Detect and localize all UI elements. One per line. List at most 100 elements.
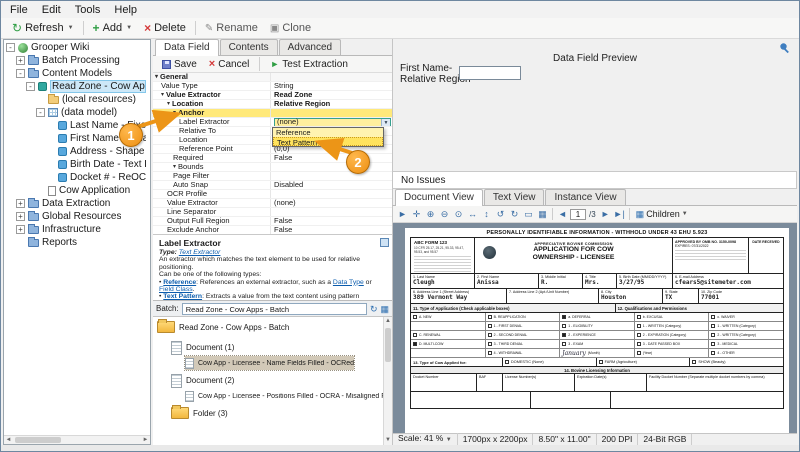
menu-help[interactable]: Help: [107, 3, 144, 17]
scroll-down-icon[interactable]: ▼: [384, 436, 392, 445]
rotate-left-icon[interactable]: ↺: [494, 208, 507, 221]
batch-item-folder-3[interactable]: Folder (3): [171, 403, 228, 423]
tab-text-view[interactable]: Text View: [484, 189, 545, 205]
prev-page-button[interactable]: ◄: [556, 208, 569, 221]
document-viewport[interactable]: PERSONALLY IDENTIFIABLE INFORMATION - WI…: [392, 223, 797, 433]
property-row-value-type[interactable]: Value TypeString: [153, 82, 392, 91]
tree-item-read-zone-cow-apps-content-mod[interactable]: -Read Zone - Cow Apps - Content Mod: [4, 80, 150, 93]
fit-width-icon[interactable]: ↔: [466, 208, 479, 221]
tree-item-grooper-wiki[interactable]: -Grooper Wiki: [4, 41, 150, 54]
fit-page-icon[interactable]: ↕: [480, 208, 493, 221]
dropdown-item-reference[interactable]: Reference: [273, 128, 383, 137]
scrollbar-thumb[interactable]: [385, 328, 391, 362]
tree-item-address-shape-region[interactable]: Address - Shape Region: [4, 145, 150, 158]
dropdown-item-text-pattern[interactable]: Text Pattern: [273, 137, 383, 146]
pan-icon[interactable]: ✛: [410, 208, 423, 221]
batch-item-document-2[interactable]: Document (2): [171, 372, 234, 389]
tree-item-global-resources[interactable]: +Global Resources: [4, 210, 150, 223]
scroll-up-icon[interactable]: ▲: [384, 317, 392, 326]
add-button[interactable]: + Add ▼: [87, 21, 139, 35]
tab-instance-view[interactable]: Instance View: [545, 189, 625, 205]
text-pattern-link[interactable]: Text Pattern: [163, 293, 202, 300]
zoom-region-icon[interactable]: ⊙: [452, 208, 465, 221]
tree-horizontal-scrollbar[interactable]: ◄ ►: [4, 435, 150, 444]
collapse-icon[interactable]: -: [36, 108, 45, 117]
collapse-arrow-icon[interactable]: ▾: [155, 73, 158, 81]
rename-button[interactable]: ✎ Rename: [199, 21, 264, 35]
scrollbar-thumb[interactable]: [15, 437, 61, 443]
test-extraction-button[interactable]: ► Test Extraction: [265, 59, 353, 70]
save-button[interactable]: Save: [157, 59, 202, 70]
zoom-out-icon[interactable]: ⊖: [438, 208, 451, 221]
tree-item-data-extraction[interactable]: +Data Extraction: [4, 197, 150, 210]
data-type-link[interactable]: Data Type: [333, 279, 364, 286]
property-row-anchor[interactable]: ▾Anchor: [153, 109, 392, 118]
collapse-icon[interactable]: -: [16, 69, 25, 78]
property-row-ocr-profile[interactable]: OCR Profile: [153, 190, 392, 199]
delete-button[interactable]: × Delete: [138, 21, 192, 35]
property-row-general[interactable]: ▾General: [153, 73, 392, 82]
tree-item-batch-processing[interactable]: +Batch Processing: [4, 54, 150, 67]
batch-item-document-1[interactable]: Document (1): [171, 339, 234, 356]
tree-item-birth-date-text-region[interactable]: Birth Date - Text Region: [4, 158, 150, 171]
label-extractor-combo[interactable]: (none)▼: [274, 118, 391, 126]
select-icon[interactable]: ►: [396, 208, 409, 221]
property-row-line-separator[interactable]: Line Separator: [153, 208, 392, 217]
tree-item-reports[interactable]: Reports: [4, 236, 150, 249]
collapse-arrow-icon[interactable]: ▾: [167, 100, 170, 108]
tree-item-local-resources[interactable]: (local resources): [4, 93, 150, 106]
property-row-auto-snap[interactable]: Auto SnapDisabled: [153, 181, 392, 190]
refresh-button[interactable]: ↻ Refresh ▼: [6, 21, 80, 35]
batch-item-cow-app-licensee-positions-filled-ocra-misaligned-fi[interactable]: Cow App - Licensee - Positions Filled - …: [185, 389, 387, 403]
property-row-output-full-region[interactable]: Output Full RegionFalse: [153, 217, 392, 226]
field-value-input[interactable]: [459, 66, 521, 80]
collapse-icon[interactable]: -: [26, 82, 35, 91]
collapse-arrow-icon[interactable]: ▾: [173, 109, 176, 117]
tree-item-content-models[interactable]: -Content Models: [4, 67, 150, 80]
collapse-arrow-icon[interactable]: ▾: [173, 163, 176, 171]
scroll-left-icon[interactable]: ◄: [4, 436, 13, 444]
collapse-icon[interactable]: -: [6, 43, 15, 52]
expand-icon[interactable]: +: [16, 199, 25, 208]
help-window-icon[interactable]: [380, 238, 389, 247]
batch-vertical-scrollbar[interactable]: ▲ ▼: [383, 317, 392, 445]
property-row-label-extractor[interactable]: Label Extractor(none)▼: [153, 118, 392, 127]
next-page-button[interactable]: ►: [599, 208, 612, 221]
text-extractor-link[interactable]: Text Extractor: [179, 249, 221, 256]
ruler-icon[interactable]: ▭: [522, 208, 535, 221]
tree-item-infrastructure[interactable]: +Infrastructure: [4, 223, 150, 236]
clone-button[interactable]: ▣ Clone: [264, 21, 317, 35]
scroll-right-icon[interactable]: ►: [141, 436, 150, 444]
expand-icon[interactable]: +: [16, 225, 25, 234]
tree-item-cow-application[interactable]: Cow Application: [4, 184, 150, 197]
menu-tools[interactable]: Tools: [68, 3, 108, 17]
tab-data-field[interactable]: Data Field: [155, 39, 219, 56]
reference-link[interactable]: Reference: [163, 279, 196, 286]
rotate-right-icon[interactable]: ↻: [508, 208, 521, 221]
menu-file[interactable]: File: [3, 3, 35, 17]
property-row-value-extractor[interactable]: ▾Value ExtractorRead Zone: [153, 91, 392, 100]
last-page-button[interactable]: ►|: [613, 208, 626, 221]
property-row-location[interactable]: ▾LocationRelative Region: [153, 100, 392, 109]
tab-contents[interactable]: Contents: [220, 39, 278, 55]
tree-item-docket-reocr-zone[interactable]: Docket # - ReOCR Zone: [4, 171, 150, 184]
pin-icon[interactable]: [779, 42, 791, 54]
page-number-input[interactable]: 1: [570, 209, 586, 220]
tab-advanced[interactable]: Advanced: [279, 39, 341, 55]
batch-refresh-icon[interactable]: ↻: [370, 304, 378, 314]
field-class-link[interactable]: Field Class: [159, 286, 193, 293]
tree-item-data-model[interactable]: -(data model): [4, 106, 150, 119]
children-dropdown[interactable]: ▦ Children ▼: [633, 209, 691, 219]
tab-document-view[interactable]: Document View: [395, 189, 483, 206]
cancel-button[interactable]: × Cancel: [204, 58, 255, 70]
expand-icon[interactable]: +: [16, 56, 25, 65]
collapse-arrow-icon[interactable]: ▾: [161, 91, 164, 99]
batch-selector[interactable]: Read Zone - Cow Apps - Batch: [182, 303, 367, 315]
menu-edit[interactable]: Edit: [35, 3, 68, 17]
batch-grid-icon[interactable]: ▦: [380, 304, 389, 314]
expand-icon[interactable]: +: [16, 212, 25, 221]
property-row-exclude-anchor[interactable]: Exclude AnchorFalse: [153, 226, 392, 235]
property-row-value-extractor[interactable]: Value Extractor(none): [153, 199, 392, 208]
dropdown-arrow-icon[interactable]: ▼: [381, 119, 390, 126]
batch-item-cow-app-licensee-name-fields-filled-ocred[interactable]: Cow App - Licensee - Name Fields Filled …: [185, 356, 354, 370]
